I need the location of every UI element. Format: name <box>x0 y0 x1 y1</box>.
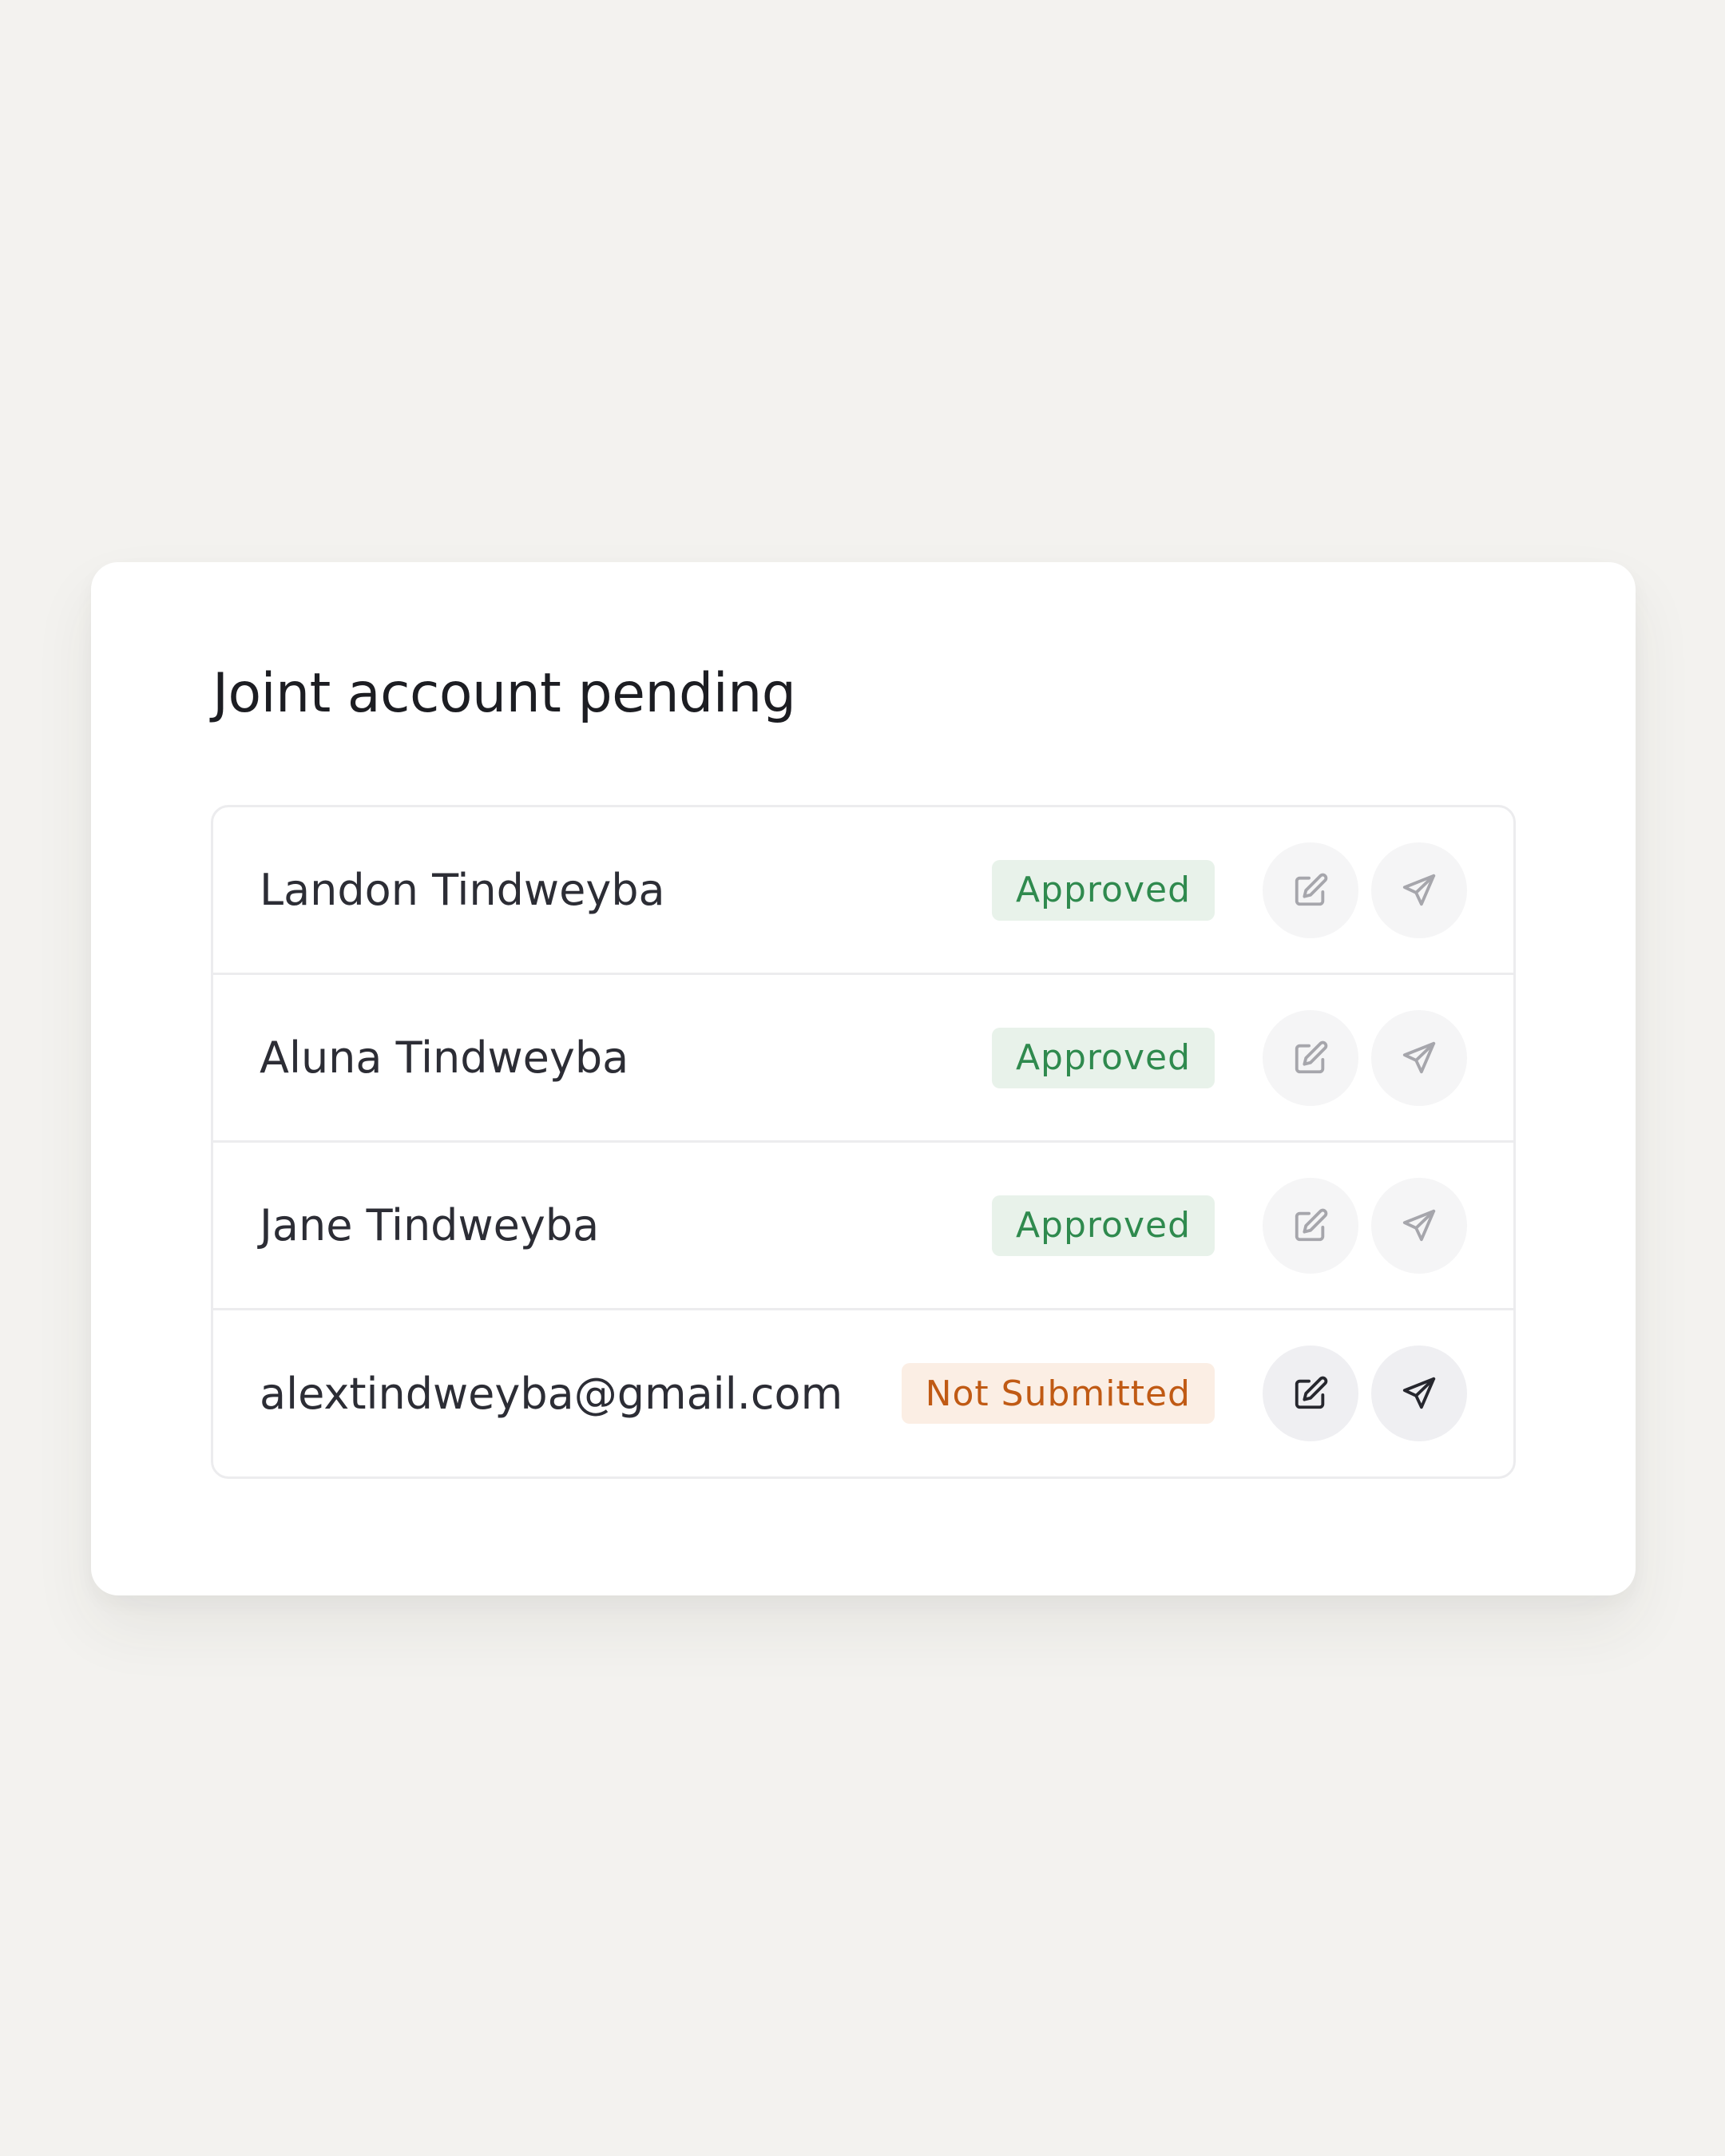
send-button[interactable] <box>1371 1177 1467 1274</box>
member-row: Landon Tindweyba Approved <box>213 807 1513 975</box>
member-row: Jane Tindweyba Approved <box>213 1143 1513 1310</box>
edit-icon <box>1295 1376 1328 1409</box>
member-row: alextindweyba@gmail.com Not Submitted <box>213 1310 1513 1476</box>
send-icon <box>1402 1209 1436 1241</box>
row-actions <box>1263 1346 1467 1441</box>
edit-icon <box>1295 873 1328 906</box>
status-badge: Approved <box>991 1195 1215 1256</box>
send-button[interactable] <box>1371 1009 1467 1106</box>
send-button[interactable] <box>1371 842 1467 938</box>
member-name: Jane Tindweyba <box>260 1200 600 1250</box>
edit-button[interactable] <box>1263 1346 1358 1441</box>
edit-button[interactable] <box>1263 1177 1358 1274</box>
send-icon <box>1402 1377 1436 1409</box>
status-badge: Approved <box>991 859 1215 921</box>
status-badge: Approved <box>991 1027 1215 1088</box>
member-row: Aluna Tindweyba Approved <box>213 975 1513 1143</box>
edit-button[interactable] <box>1263 1009 1358 1106</box>
row-actions <box>1263 1009 1467 1106</box>
row-actions <box>1263 1177 1467 1274</box>
status-badge: Not Submitted <box>901 1363 1215 1424</box>
edit-icon <box>1295 1040 1328 1073</box>
card-title: Joint account pending <box>212 662 796 725</box>
member-name: Landon Tindweyba <box>260 865 665 915</box>
member-list: Landon Tindweyba Approved Aluna Tindweyb… <box>211 805 1516 1479</box>
send-icon <box>1402 874 1436 906</box>
joint-account-card: Joint account pending Landon Tindweyba A… <box>91 562 1636 1595</box>
send-button[interactable] <box>1371 1346 1467 1441</box>
member-name: Aluna Tindweyba <box>260 1032 629 1083</box>
send-icon <box>1402 1041 1436 1073</box>
member-email: alextindweyba@gmail.com <box>260 1368 843 1419</box>
edit-icon <box>1295 1208 1328 1241</box>
edit-button[interactable] <box>1263 842 1358 938</box>
row-actions <box>1263 842 1467 938</box>
